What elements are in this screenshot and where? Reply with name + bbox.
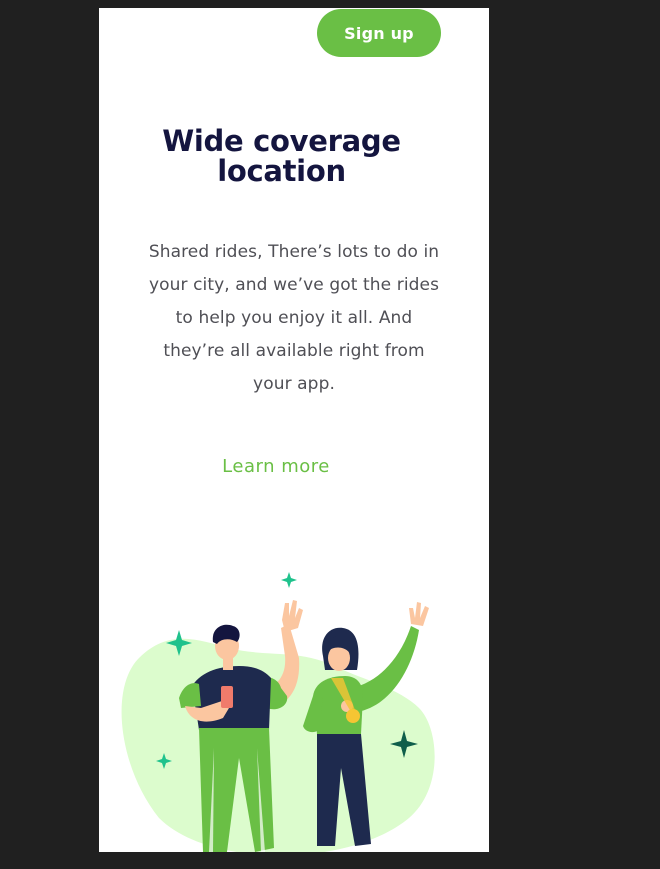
riders-illustration <box>121 572 435 852</box>
medal-icon <box>346 709 360 723</box>
page-title: Wide coverage location <box>99 126 464 186</box>
sparkle-icon <box>281 572 297 588</box>
title-line-1: Wide coverage <box>162 124 401 158</box>
learn-more-link[interactable]: Learn more <box>211 456 341 477</box>
phone-icon <box>221 686 233 708</box>
signup-button[interactable]: Sign up <box>317 9 441 57</box>
mobile-page: Sign up Wide coverage location Shared ri… <box>99 8 489 852</box>
title-line-2: location <box>217 154 346 188</box>
hero-description: Shared rides, There’s lots to do in your… <box>148 242 440 394</box>
